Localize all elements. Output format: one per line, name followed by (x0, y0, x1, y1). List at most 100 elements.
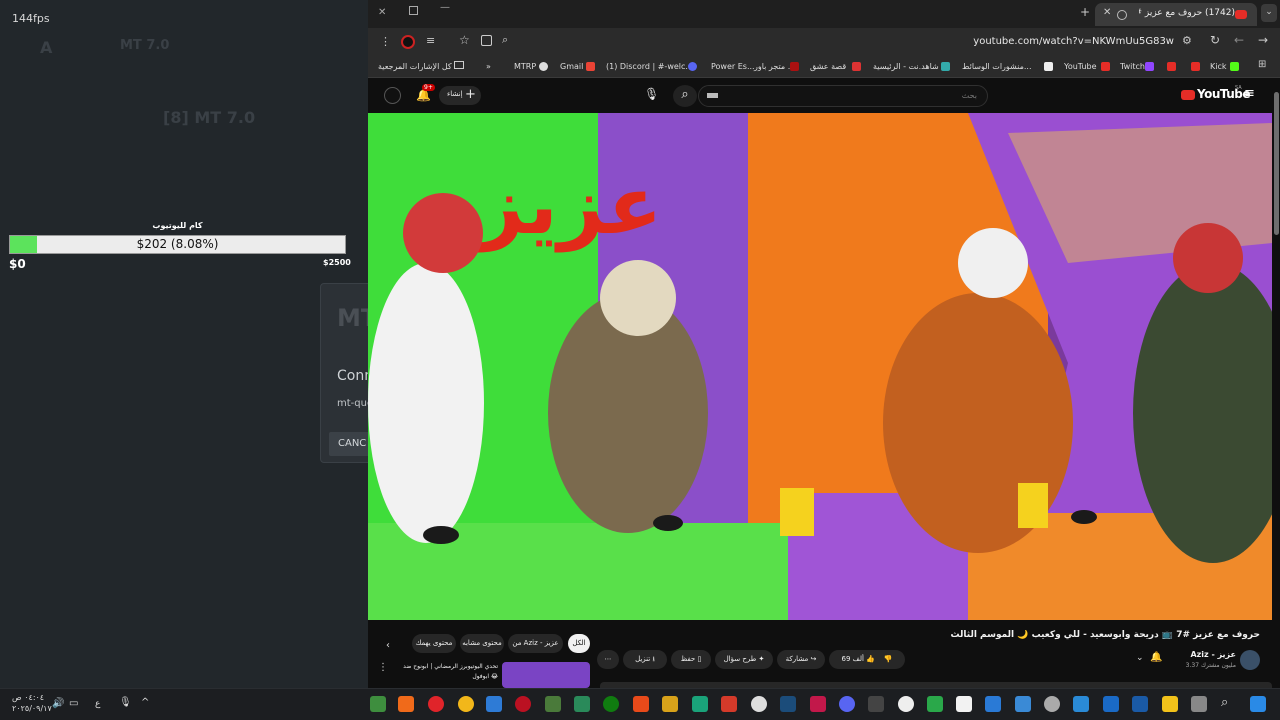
bookmark-discord[interactable]: (1) Discord | #-welc... (606, 62, 693, 71)
forward-icon[interactable]: ← (1234, 33, 1244, 47)
playlist-icon[interactable]: ≡ (426, 34, 435, 47)
keyboard-icon[interactable] (707, 93, 718, 98)
app-icon-11[interactable] (662, 696, 678, 712)
app-icon-27[interactable] (1132, 696, 1148, 712)
app-icon-18[interactable] (868, 696, 884, 712)
save-button[interactable]: حفظ ▯ (671, 650, 711, 669)
more-actions-button[interactable]: ⋯ (597, 650, 619, 669)
taskbar-date[interactable]: ٢٠٢٥/٠٩/١٧ (12, 704, 52, 713)
ask-button[interactable]: طرح سؤال ✦ (715, 650, 773, 669)
video-player[interactable]: عزيز (368, 113, 1272, 620)
bell-icon[interactable]: 🔔 (1150, 652, 1162, 663)
download-button[interactable]: تنزيل ⭳ (623, 650, 667, 669)
chip-similar[interactable]: محتوى مشابه (460, 634, 504, 653)
search-button[interactable]: ⌕ (673, 85, 697, 107)
bookmark-power-es[interactable]: Power Es... (711, 62, 755, 71)
app-icon-16[interactable] (810, 696, 826, 712)
app-icon-12[interactable] (692, 696, 708, 712)
active-tab[interactable]: ✕ (1742) حروف مع عزيز #7 (1095, 3, 1257, 26)
app-icon-1[interactable] (370, 696, 386, 712)
url-text[interactable]: youtube.com/watch?v=NKWmUu5G83w (948, 36, 1174, 47)
tab-close-icon[interactable]: ✕ (1103, 7, 1111, 18)
reload-icon[interactable]: ↻ (1210, 33, 1220, 47)
youtube-icon-3[interactable] (1191, 62, 1200, 71)
opera-icon[interactable] (428, 696, 444, 712)
taskbar-mic-icon[interactable]: 🎙 (119, 697, 132, 708)
app-icon-19[interactable] (898, 696, 914, 712)
task-view-icon[interactable] (1191, 696, 1207, 712)
app-icon-26[interactable] (1103, 696, 1119, 712)
bookmark-qissat-ishq[interactable]: قصة عشق (810, 62, 846, 71)
rec-menu-icon[interactable]: ⋮ (378, 662, 388, 673)
app-icon-8[interactable] (574, 696, 590, 712)
likes-count[interactable]: 69 ألف (841, 655, 863, 663)
xbox-icon[interactable] (603, 696, 619, 712)
chip-from-channel[interactable]: من Aziz - عزيز (508, 634, 563, 653)
chip-all[interactable]: الكل (568, 634, 590, 653)
chrome-icon[interactable] (458, 696, 474, 712)
menu-dots-icon[interactable]: ⋮ (380, 35, 391, 48)
maximize-icon[interactable] (409, 6, 418, 15)
taskbar-search-icon[interactable]: ⌕ (1221, 695, 1228, 710)
new-tab-button[interactable]: + (1080, 5, 1090, 19)
volume-icon[interactable]: 🔊 (52, 698, 64, 709)
app-icon-24[interactable] (1044, 696, 1060, 712)
network-icon[interactable]: ▭ (69, 698, 78, 709)
tray-chevron-icon[interactable]: ^ (141, 697, 149, 708)
steam-icon[interactable] (780, 696, 796, 712)
avatar[interactable] (384, 87, 401, 104)
bookmark-kick[interactable]: Kick (1210, 62, 1227, 71)
app-icon-23[interactable] (1015, 696, 1031, 712)
hamburger-menu-icon[interactable]: ≡ (1244, 86, 1255, 101)
rec-thumbnail[interactable] (502, 662, 590, 688)
search-input[interactable]: بحث (698, 85, 988, 107)
share-page-icon[interactable] (481, 35, 492, 46)
input-language[interactable]: ع (95, 699, 100, 709)
apps-grid-icon[interactable]: ⊞ (1258, 59, 1266, 70)
bookmark-youtube[interactable]: YouTube (1064, 62, 1097, 71)
tab-search-icon[interactable]: ⌄ (1261, 4, 1277, 22)
app-icon-20[interactable] (927, 696, 943, 712)
app-icon-22[interactable] (985, 696, 1001, 712)
share-button[interactable]: مشاركة ↪ (777, 650, 825, 669)
bookmark-star-icon[interactable]: ☆ (459, 33, 470, 47)
edge-icon[interactable] (1073, 696, 1089, 712)
youtube-icon-2[interactable] (1167, 62, 1176, 71)
chevron-left-icon[interactable]: ‹ (386, 640, 390, 651)
zoom-icon[interactable]: ⌕ (502, 33, 508, 47)
youtube-logo[interactable]: YouTube (1197, 87, 1251, 101)
discord-app-icon[interactable] (839, 696, 855, 712)
channel-name[interactable]: Aziz - عزيز (1158, 650, 1236, 659)
back-icon[interactable]: → (1258, 33, 1268, 47)
app-icon-13[interactable] (721, 696, 737, 712)
bookmark-gmail[interactable]: Gmail (560, 62, 583, 71)
settings-icon[interactable] (751, 696, 767, 712)
start-button-icon[interactable] (1250, 696, 1266, 712)
bookmark-mtrp[interactable]: MTRP (514, 62, 536, 71)
bookmark-shahid[interactable]: شاهد.نت - الرئيسية (873, 62, 939, 71)
chevron-down-icon[interactable]: ⌄ (1136, 653, 1144, 663)
extension-icon[interactable] (401, 35, 415, 49)
close-window-icon[interactable]: ✕ (378, 7, 386, 18)
tab-audio-icon[interactable] (1117, 10, 1127, 20)
bookmark-media-posts[interactable]: منشورات الوسائط... (962, 62, 1032, 71)
file-explorer-icon[interactable] (1162, 696, 1178, 712)
channel-avatar[interactable] (1240, 650, 1260, 670)
rec-video-title[interactable]: تحدي اليوتيوبرز الرمضاني | ابونوح ضد ابو… (392, 662, 498, 682)
scrollbar-thumb[interactable] (1274, 92, 1279, 235)
site-settings-icon[interactable]: ⚙ (1182, 34, 1192, 47)
app-icon-10[interactable] (633, 696, 649, 712)
bookmarks-more[interactable]: » (486, 62, 491, 71)
mic-icon[interactable]: 🎙 (644, 87, 659, 101)
all-bookmarks[interactable]: كل الإشارات المرجعية (378, 62, 452, 71)
page-scrollbar[interactable] (1272, 78, 1280, 688)
app-icon-7[interactable] (545, 696, 561, 712)
notepad-icon[interactable] (956, 696, 972, 712)
chip-for-you[interactable]: محتوى يهمك (412, 634, 456, 653)
bookmark-twitch[interactable]: Twitch (1120, 62, 1145, 71)
brave-icon[interactable] (398, 696, 414, 712)
store-app-icon[interactable] (486, 696, 502, 712)
create-button[interactable]: إنشاء + (439, 86, 481, 105)
taskbar-time[interactable]: ٠٤:٠٤ ص (12, 693, 44, 702)
minimize-icon[interactable]: — (440, 2, 450, 13)
